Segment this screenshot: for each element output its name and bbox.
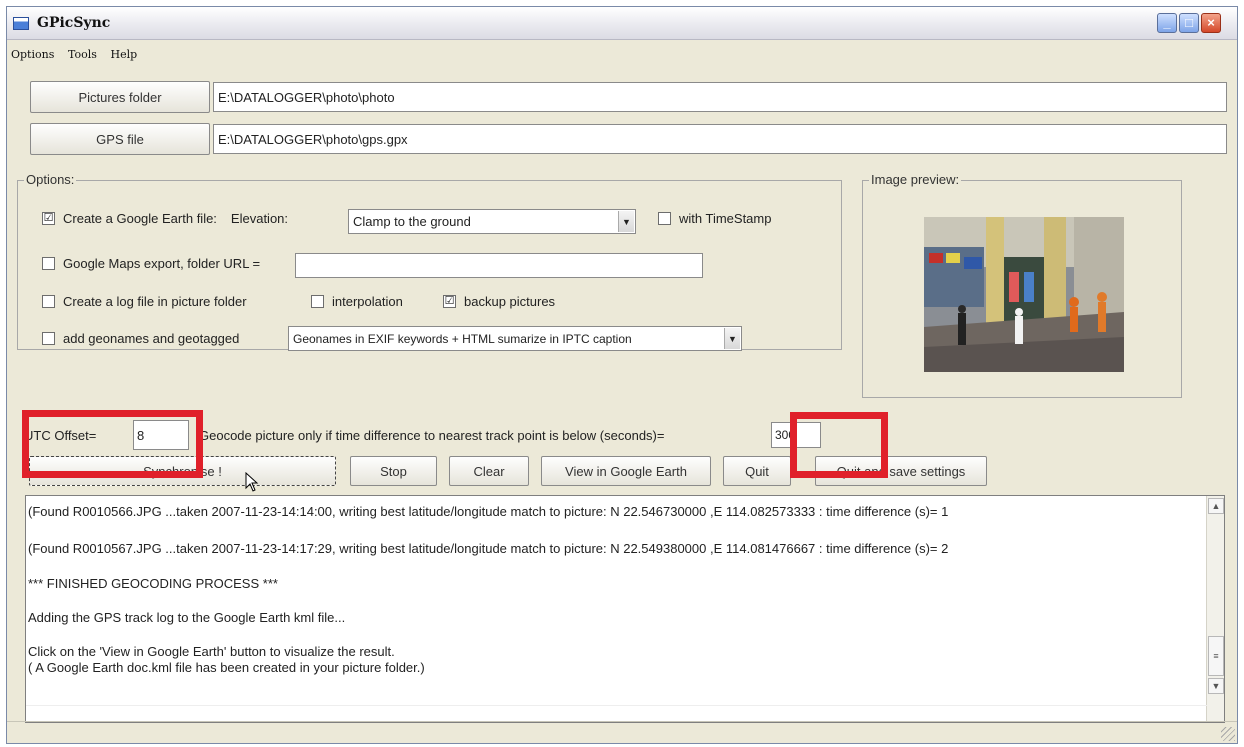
log-output[interactable]: (Found R0010566.JPG ...taken 2007-11-23-… [25,495,1225,723]
timestamp-option[interactable]: with TimeStamp [658,211,771,226]
google-earth-option[interactable]: ☑ Create a Google Earth file: Elevation: [42,211,288,226]
image-preview-title: Image preview: [869,172,962,187]
log-line: *** FINISHED GEOCODING PROCESS *** [28,576,278,591]
utc-offset-highlight-box [22,410,203,478]
logfile-label: Create a log file in picture folder [63,294,247,309]
menu-options[interactable]: Options [11,44,54,66]
seconds-highlight-box [790,412,888,478]
title-bar[interactable]: GPicSync _ □ × [7,7,1237,40]
elevation-select[interactable]: Clamp to the ground ▼ [348,209,636,234]
gps-file-button[interactable]: GPS file [30,123,210,155]
geonames-option[interactable]: add geonames and geotagged [42,331,239,346]
interpolation-option[interactable]: interpolation [311,294,403,309]
logfile-option[interactable]: Create a log file in picture folder [42,294,247,309]
status-bar [7,721,1237,743]
scroll-up-icon[interactable]: ▲ [1208,498,1224,514]
quit-button[interactable]: Quit [723,456,791,486]
geonames-checkbox[interactable] [42,332,55,345]
log-line: (Found R0010566.JPG ...taken 2007-11-23-… [28,504,949,519]
app-window-icon [13,17,29,30]
menu-bar: Options Tools Help [7,44,1237,66]
log-line: Adding the GPS track log to the Google E… [28,610,346,625]
google-maps-checkbox[interactable] [42,257,55,270]
options-group: Options: ☑ Create a Google Earth file: E… [17,172,842,351]
chevron-down-icon[interactable]: ▼ [724,328,740,349]
menu-help[interactable]: Help [111,44,138,66]
chevron-down-icon[interactable]: ▼ [618,211,634,232]
geonames-label: add geonames and geotagged [63,331,240,346]
geocode-threshold-label: Geocode picture only if time difference … [199,428,665,443]
elevation-value: Clamp to the ground [353,214,471,229]
google-maps-url-input[interactable] [295,253,703,278]
mouse-cursor-icon [245,472,259,492]
options-group-title: Options: [24,172,77,187]
logfile-checkbox[interactable] [42,295,55,308]
backup-label: backup pictures [464,294,556,309]
log-line: ( A Google Earth doc.kml file has been c… [28,660,425,675]
backup-option[interactable]: ☑ backup pictures [443,294,555,309]
log-horizontal-scrollbar[interactable] [26,705,1207,722]
scroll-down-icon[interactable]: ▼ [1208,678,1224,694]
google-maps-label: Google Maps export, folder URL = [63,256,261,271]
google-earth-checkbox[interactable]: ☑ [42,212,55,225]
gps-file-input[interactable]: E:\DATALOGGER\photo\gps.gpx [213,124,1227,154]
clear-button[interactable]: Clear [449,456,529,486]
log-line: (Found R0010567.JPG ...taken 2007-11-23-… [28,541,949,556]
pictures-folder-button[interactable]: Pictures folder [30,81,210,113]
log-vertical-scrollbar[interactable]: ▲ ≡ ▼ [1206,496,1224,722]
geonames-select[interactable]: Geonames in EXIF keywords + HTML sumariz… [288,326,742,351]
interpolation-label: interpolation [332,294,403,309]
window-title: GPicSync [37,15,111,31]
timestamp-label: with TimeStamp [679,211,772,226]
menu-tools[interactable]: Tools [68,44,97,66]
elevation-label: Elevation: [230,211,289,226]
view-google-earth-button[interactable]: View in Google Earth [541,456,711,486]
pictures-folder-input[interactable]: E:\DATALOGGER\photo\photo [213,82,1227,112]
stop-button[interactable]: Stop [350,456,437,486]
interpolation-checkbox[interactable] [311,295,324,308]
google-earth-label: Create a Google Earth file: [63,211,217,226]
app-window: GPicSync _ □ × Options Tools Help Pictur… [6,6,1238,744]
resize-grip-icon[interactable] [1221,727,1235,741]
street-photo-image [924,217,1124,372]
minimize-button[interactable]: _ [1157,13,1177,33]
scroll-thumb[interactable]: ≡ [1208,636,1224,676]
google-maps-option[interactable]: Google Maps export, folder URL = [42,256,260,271]
close-button[interactable]: × [1201,13,1221,33]
backup-checkbox[interactable]: ☑ [443,295,456,308]
timestamp-checkbox[interactable] [658,212,671,225]
log-line: Click on the 'View in Google Earth' butt… [28,644,395,659]
maximize-button[interactable]: □ [1179,13,1199,33]
image-preview [924,217,1124,372]
geonames-value: Geonames in EXIF keywords + HTML sumariz… [293,331,632,346]
